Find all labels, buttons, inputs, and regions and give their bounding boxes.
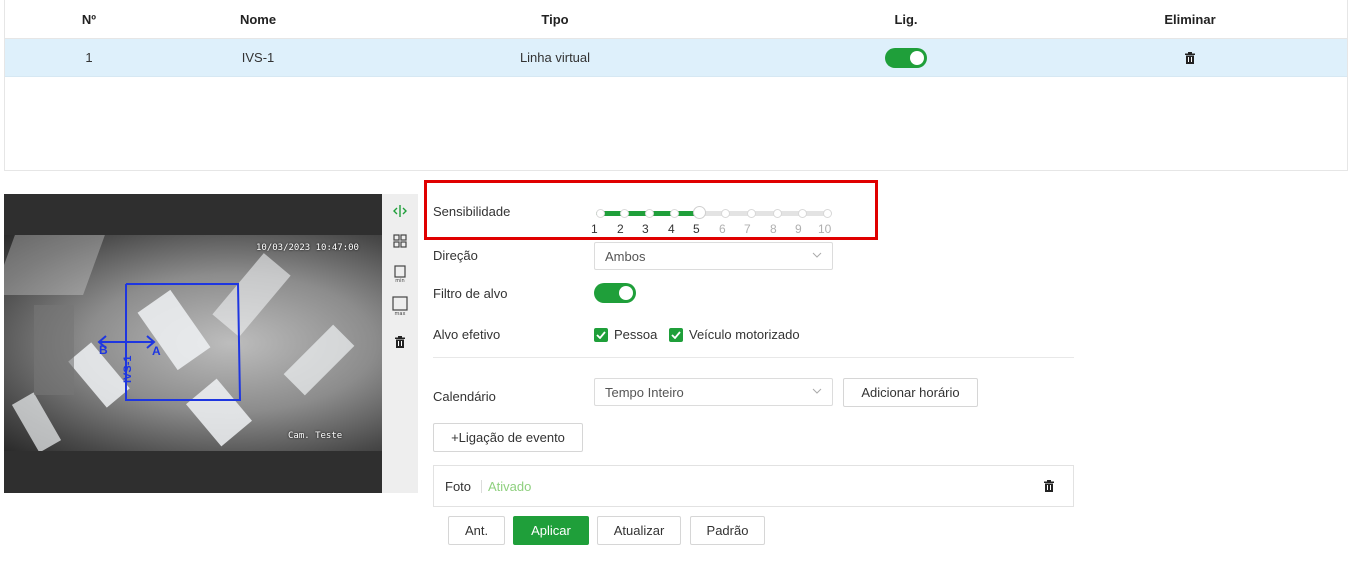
tick-label: 6 [719, 222, 726, 236]
video-preview[interactable]: 10/03/2023 10:47:00 Cam. Teste B A IVS-1 [4, 194, 382, 493]
row-nome: IVS-1 [241, 50, 275, 65]
slider-knob[interactable] [693, 206, 706, 219]
slider-step [721, 209, 730, 218]
pessoa-label[interactable]: Pessoa [614, 327, 657, 342]
target-filter-icon[interactable] [392, 233, 408, 249]
row-no: 1 [85, 50, 93, 65]
min-size-icon[interactable]: min [392, 265, 408, 283]
direction-select[interactable]: Ambos [594, 242, 833, 270]
point-a-label: A [152, 344, 161, 358]
foto-status: Ativado [488, 479, 532, 494]
point-b-label: B [99, 343, 108, 357]
trash-icon[interactable] [1185, 51, 1195, 64]
line-draw-icon[interactable] [392, 203, 408, 219]
col-header-no: Nº [81, 11, 97, 27]
event-link-button[interactable]: +Ligação de evento [433, 423, 583, 452]
direcao-label: Direção [433, 248, 478, 263]
slider-step [823, 209, 832, 218]
pessoa-checkbox[interactable] [594, 328, 608, 342]
target-filter-toggle[interactable] [594, 283, 636, 303]
slider-step [670, 209, 679, 218]
tick-label: 8 [770, 222, 777, 236]
previous-button[interactable]: Ant. [448, 516, 505, 545]
tick-label: 9 [795, 222, 802, 236]
max-size-icon[interactable]: max [392, 296, 408, 316]
row-delete-cell [1145, 39, 1235, 76]
sensibilidade-label: Sensibilidade [433, 204, 511, 219]
tick-label: 10 [818, 222, 832, 236]
snapshot-action-row: Foto Ativado [433, 465, 1074, 507]
separator [481, 480, 482, 493]
calendario-label: Calendário [433, 389, 496, 404]
col-header-eliminar: Eliminar [1164, 11, 1216, 27]
trash-icon[interactable] [1044, 480, 1054, 495]
rule-overlay [97, 283, 242, 401]
veiculo-label[interactable]: Veículo motorizado [689, 327, 800, 342]
tick-label: 7 [744, 222, 751, 236]
sensitivity-ticks: 1 2 3 4 5 6 7 8 9 10 [591, 222, 851, 236]
default-button[interactable]: Padrão [690, 516, 765, 545]
alvo-efetivo-label: Alvo efetivo [433, 327, 501, 342]
add-schedule-button[interactable]: Adicionar horário [843, 378, 978, 407]
col-header-lig: Lig. [894, 11, 918, 27]
rules-table: Nº Nome Tipo Lig. Eliminar 1 IVS-1 Linha… [4, 0, 1348, 171]
slider-step [773, 209, 782, 218]
row-lig-cell [851, 39, 961, 76]
slider-step [596, 209, 605, 218]
slider-step [645, 209, 654, 218]
chevron-down-icon [812, 249, 822, 264]
foto-label: Foto [445, 479, 472, 494]
camera-frame[interactable]: 10/03/2023 10:47:00 Cam. Teste B A IVS-1 [4, 235, 382, 451]
tick-label: 4 [668, 222, 675, 236]
sensitivity-slider[interactable] [596, 206, 832, 219]
slider-step [798, 209, 807, 218]
slider-step [620, 209, 629, 218]
trash-icon[interactable] [392, 334, 408, 350]
svg-text:min: min [395, 278, 404, 283]
svg-text:max: max [395, 311, 406, 316]
rule-enable-toggle[interactable] [885, 47, 927, 68]
table-row[interactable]: 1 IVS-1 Linha virtual [5, 39, 1347, 77]
col-header-tipo: Tipo [541, 11, 569, 27]
tick-label: 5 [693, 222, 700, 236]
schedule-select[interactable]: Tempo Inteiro [594, 378, 833, 406]
row-tipo: Linha virtual [519, 50, 591, 65]
tick-label: 2 [617, 222, 624, 236]
direction-value: Ambos [605, 249, 646, 264]
table-header: Nº Nome Tipo Lig. Eliminar [5, 0, 1347, 39]
rule-name-label: IVS-1 [122, 355, 134, 383]
draw-toolbar: min max [382, 194, 418, 493]
refresh-button[interactable]: Atualizar [597, 516, 681, 545]
veiculo-checkbox[interactable] [669, 328, 683, 342]
chevron-down-icon [812, 385, 822, 400]
schedule-value: Tempo Inteiro [605, 385, 684, 400]
tick-label: 3 [642, 222, 649, 236]
col-header-nome: Nome [239, 11, 277, 27]
apply-button[interactable]: Aplicar [513, 516, 589, 545]
tick-label: 1 [591, 222, 598, 236]
divider [433, 357, 1074, 358]
filtro-alvo-label: Filtro de alvo [433, 286, 508, 301]
slider-step [747, 209, 756, 218]
